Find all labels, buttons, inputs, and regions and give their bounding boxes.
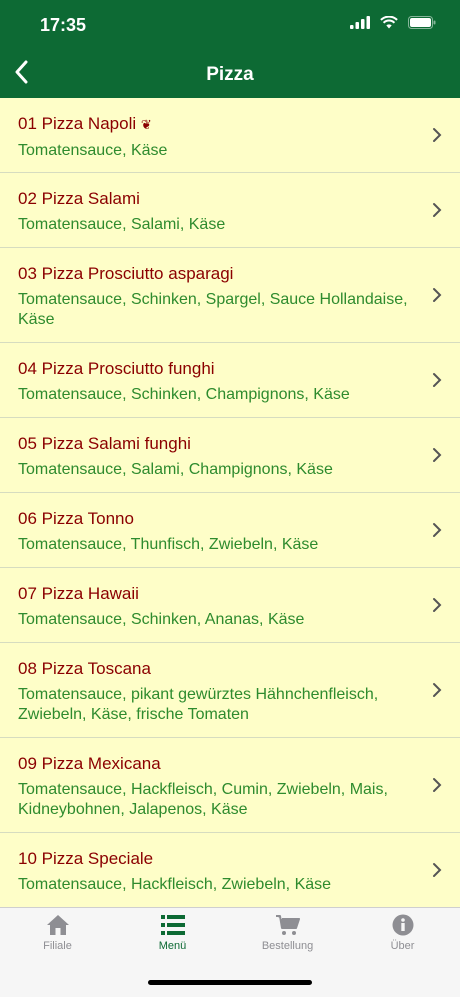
item-description: Tomatensauce, Schinken, Ananas, Käse	[18, 611, 305, 628]
chevron-right-icon	[433, 863, 442, 877]
item-badge: ❦	[140, 117, 152, 132]
status-time: 17:35	[40, 15, 87, 35]
tab-label: Über	[390, 940, 415, 952]
item-title: 07 Pizza Hawaii	[18, 584, 139, 603]
tab-bestellung[interactable]: Bestellung	[230, 908, 345, 968]
item-title: 08 Pizza Toscana	[18, 659, 151, 678]
list-item[interactable]: 07 Pizza Hawaii Tomatensauce, Schinken, …	[0, 568, 460, 643]
chevron-right-icon	[433, 778, 442, 792]
tab-label: Bestellung	[261, 940, 314, 952]
chevron-right-icon	[433, 683, 442, 697]
chevron-right-icon	[433, 288, 442, 302]
list-item[interactable]: 06 Pizza Tonno Tomatensauce, Thunfisch, …	[0, 493, 460, 568]
signal-icon	[350, 16, 370, 29]
item-description: Tomatensauce, Käse	[18, 142, 168, 159]
item-title: 06 Pizza Tonno	[18, 509, 134, 528]
list-item[interactable]: 03 Pizza Prosciutto asparagi Tomatensauc…	[0, 248, 460, 343]
chevron-right-icon	[433, 373, 442, 387]
list-item[interactable]: 10 Pizza Speciale Tomatensauce, Hackflei…	[0, 833, 460, 908]
chevron-right-icon	[433, 203, 442, 217]
list-item[interactable]: 08 Pizza Toscana Tomatensauce, pikant ge…	[0, 643, 460, 738]
list-item[interactable]: 05 Pizza Salami funghi Tomatensauce, Sal…	[0, 418, 460, 493]
battery-icon	[408, 16, 436, 29]
pizza-list: 01 Pizza Napoli ❦ Tomatensauce, Käse 02 …	[0, 98, 460, 908]
wifi-icon	[380, 16, 398, 29]
tab-menue[interactable]: Menü	[115, 908, 230, 968]
item-title: 05 Pizza Salami funghi	[18, 434, 191, 453]
item-title: 03 Pizza Prosciutto asparagi	[18, 264, 234, 283]
list-item[interactable]: 09 Pizza Mexicana Tomatensauce, Hackflei…	[0, 738, 460, 833]
info-icon	[392, 914, 413, 936]
page-title: Pizza	[206, 64, 254, 85]
item-title-text: 01 Pizza Napoli	[18, 114, 137, 133]
item-title: 02 Pizza Salami	[18, 189, 140, 208]
home-indicator	[148, 980, 312, 985]
nav-bar: 17:35 Pizza	[0, 0, 460, 98]
cart-icon	[275, 915, 300, 935]
tab-ueber[interactable]: Über	[345, 908, 460, 968]
chevron-right-icon	[433, 448, 442, 462]
item-title: 01 Pizza Napoli ❦	[18, 113, 412, 136]
list-item[interactable]: 01 Pizza Napoli ❦ Tomatensauce, Käse	[0, 98, 460, 173]
list-item[interactable]: 02 Pizza Salami Tomatensauce, Salami, Kä…	[0, 173, 460, 248]
item-description: Tomatensauce, Salami, Champignons, Käse	[18, 461, 333, 478]
list-item[interactable]: 04 Pizza Prosciutto funghi Tomatensauce,…	[0, 343, 460, 418]
chevron-right-icon	[433, 598, 442, 612]
item-title: 09 Pizza Mexicana	[18, 754, 161, 773]
chevron-right-icon	[433, 128, 442, 142]
item-title: 04 Pizza Prosciutto funghi	[18, 359, 215, 378]
item-description: Tomatensauce, Thunfisch, Zwiebeln, Käse	[18, 536, 319, 553]
tab-label: Menü	[158, 940, 187, 952]
item-title: 10 Pizza Speciale	[18, 849, 154, 868]
item-description: Tomatensauce, Hackfleisch, Cumin, Zwiebe…	[18, 781, 388, 818]
home-icon	[46, 915, 69, 935]
tab-label: Filiale	[43, 940, 72, 952]
item-description: Tomatensauce, Schinken, Spargel, Sauce H…	[18, 291, 408, 328]
item-description: Tomatensauce, Salami, Käse	[18, 216, 226, 233]
list-icon	[160, 915, 185, 935]
tab-filiale[interactable]: Filiale	[0, 908, 115, 968]
item-description: Tomatensauce, Schinken, Champignons, Käs…	[18, 386, 350, 403]
status-icons	[350, 16, 436, 29]
chevron-right-icon	[433, 523, 442, 537]
item-description: Tomatensauce, Hackfleisch, Zwiebeln, Käs…	[18, 876, 332, 893]
item-description: Tomatensauce, pikant gewürztes Hähnchenf…	[18, 686, 379, 723]
